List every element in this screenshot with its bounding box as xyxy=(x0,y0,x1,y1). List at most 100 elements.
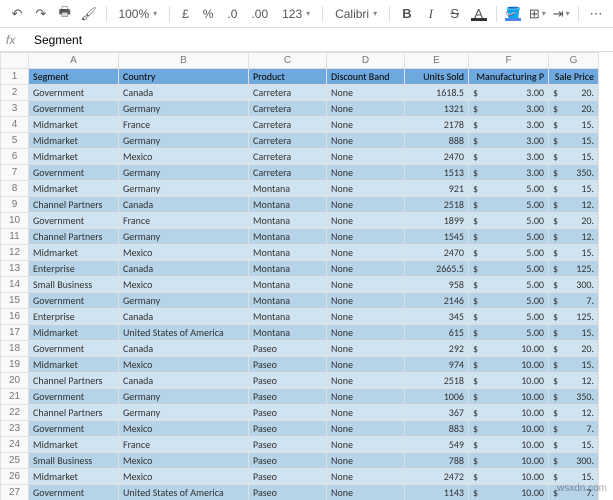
cell[interactable]: $12. xyxy=(549,405,599,421)
cell[interactable]: 1006 xyxy=(405,389,469,405)
cell[interactable]: $3.00 xyxy=(469,133,549,149)
cell[interactable]: $5.00 xyxy=(469,213,549,229)
cell[interactable]: 2470 xyxy=(405,245,469,261)
undo-icon[interactable]: ↶ xyxy=(8,4,26,24)
cell[interactable]: $5.00 xyxy=(469,229,549,245)
row-header[interactable]: 6 xyxy=(1,149,29,165)
cell[interactable]: $10.00 xyxy=(469,341,549,357)
cell[interactable]: Mexico xyxy=(119,357,249,373)
cell[interactable]: Canada xyxy=(119,373,249,389)
cell[interactable]: Canada xyxy=(119,261,249,277)
cell[interactable]: Carretera xyxy=(249,101,327,117)
col-header-A[interactable]: A xyxy=(29,53,119,69)
cell[interactable]: Channel Partners xyxy=(29,373,119,389)
cell[interactable]: Midmarket xyxy=(29,357,119,373)
cell[interactable]: Government xyxy=(29,421,119,437)
cell[interactable]: None xyxy=(327,341,405,357)
row-header[interactable]: 12 xyxy=(1,245,29,261)
cell[interactable]: Paseo xyxy=(249,453,327,469)
cell[interactable]: Mexico xyxy=(119,453,249,469)
cell[interactable]: $5.00 xyxy=(469,325,549,341)
cell[interactable]: Midmarket xyxy=(29,181,119,197)
col-header-F[interactable]: F xyxy=(469,53,549,69)
cell[interactable]: Government xyxy=(29,293,119,309)
cell[interactable]: None xyxy=(327,293,405,309)
cell[interactable]: 2518 xyxy=(405,197,469,213)
cell[interactable]: $5.00 xyxy=(469,261,549,277)
cell[interactable]: Mexico xyxy=(119,245,249,261)
decrease-decimal-button[interactable]: .0 xyxy=(223,7,241,21)
percent-button[interactable]: % xyxy=(199,7,218,21)
cell[interactable]: Government xyxy=(29,101,119,117)
row-header[interactable]: 26 xyxy=(1,469,29,485)
cell[interactable]: Paseo xyxy=(249,357,327,373)
cell[interactable]: None xyxy=(327,421,405,437)
row-header[interactable]: 19 xyxy=(1,357,29,373)
cell[interactable]: Canada xyxy=(119,85,249,101)
cell[interactable]: Government xyxy=(29,85,119,101)
cell[interactable]: Channel Partners xyxy=(29,197,119,213)
cell[interactable]: 1545 xyxy=(405,229,469,245)
cell[interactable]: 883 xyxy=(405,421,469,437)
cell[interactable]: $300. xyxy=(549,277,599,293)
row-header[interactable]: 23 xyxy=(1,421,29,437)
cell[interactable]: Montana xyxy=(249,245,327,261)
bold-button[interactable]: B xyxy=(398,4,416,24)
col-header-D[interactable]: D xyxy=(327,53,405,69)
cell[interactable]: Paseo xyxy=(249,485,327,500)
cell[interactable]: None xyxy=(327,453,405,469)
row-header[interactable]: 25 xyxy=(1,453,29,469)
cell[interactable]: $3.00 xyxy=(469,165,549,181)
cell[interactable]: $3.00 xyxy=(469,85,549,101)
cell[interactable]: 974 xyxy=(405,357,469,373)
cell[interactable]: $10.00 xyxy=(469,469,549,485)
cell[interactable]: $15. xyxy=(549,437,599,453)
paint-format-icon[interactable]: 🖌 xyxy=(80,4,98,24)
cell[interactable]: $10.00 xyxy=(469,357,549,373)
row-header[interactable]: 11 xyxy=(1,229,29,245)
cell[interactable]: $10.00 xyxy=(469,373,549,389)
row-header[interactable]: 22 xyxy=(1,405,29,421)
cell[interactable]: None xyxy=(327,437,405,453)
cell[interactable]: $20. xyxy=(549,213,599,229)
row-header[interactable]: 17 xyxy=(1,325,29,341)
cell[interactable]: 2178 xyxy=(405,117,469,133)
cell[interactable]: $10.00 xyxy=(469,453,549,469)
cell[interactable]: $20. xyxy=(549,341,599,357)
cell[interactable]: Small Business xyxy=(29,277,119,293)
cell[interactable]: $300. xyxy=(549,453,599,469)
cell[interactable]: Mexico xyxy=(119,149,249,165)
cell[interactable]: $5.00 xyxy=(469,197,549,213)
cell[interactable]: Germany xyxy=(119,133,249,149)
cell[interactable]: $3.00 xyxy=(469,117,549,133)
print-icon[interactable]: 🖶 xyxy=(56,4,74,24)
cell[interactable]: 367 xyxy=(405,405,469,421)
cell[interactable]: Carretera xyxy=(249,85,327,101)
cell[interactable]: Small Business xyxy=(29,453,119,469)
cell[interactable]: $125. xyxy=(549,309,599,325)
cell[interactable]: Montana xyxy=(249,293,327,309)
cell[interactable]: Product xyxy=(249,69,327,85)
cell[interactable]: Germany xyxy=(119,165,249,181)
cell[interactable]: Midmarket xyxy=(29,437,119,453)
cell[interactable]: None xyxy=(327,277,405,293)
cell[interactable]: $20. xyxy=(549,85,599,101)
cell[interactable]: Government xyxy=(29,485,119,500)
cell[interactable]: Canada xyxy=(119,341,249,357)
row-header[interactable]: 2 xyxy=(1,85,29,101)
cell[interactable]: Midmarket xyxy=(29,149,119,165)
cell[interactable]: None xyxy=(327,357,405,373)
cell[interactable]: $15. xyxy=(549,149,599,165)
cell[interactable]: France xyxy=(119,437,249,453)
cell[interactable]: None xyxy=(327,133,405,149)
row-header[interactable]: 3 xyxy=(1,101,29,117)
cell[interactable]: None xyxy=(327,373,405,389)
cell[interactable]: None xyxy=(327,149,405,165)
cell[interactable]: 788 xyxy=(405,453,469,469)
cell[interactable]: Germany xyxy=(119,405,249,421)
cell[interactable]: 2665.5 xyxy=(405,261,469,277)
cell[interactable]: None xyxy=(327,181,405,197)
cell[interactable]: $10.00 xyxy=(469,421,549,437)
cell[interactable]: 921 xyxy=(405,181,469,197)
cell[interactable]: Mexico xyxy=(119,277,249,293)
